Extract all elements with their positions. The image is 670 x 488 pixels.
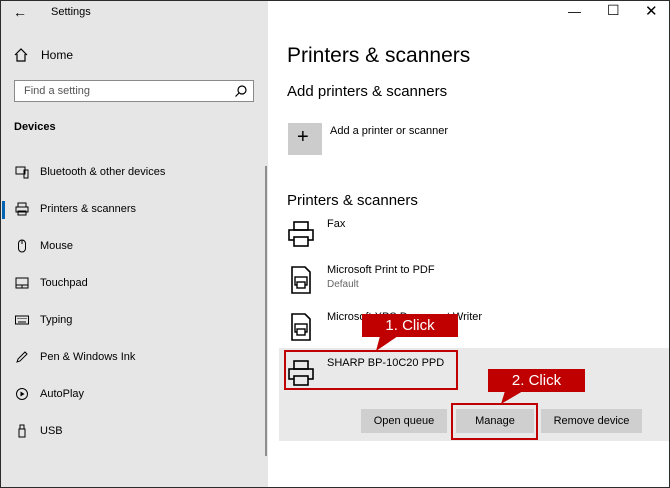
mouse-icon: [18, 239, 26, 253]
section-title-devices: Devices: [14, 121, 56, 133]
home-icon: [14, 48, 28, 62]
sidebar-item-autoplay[interactable]: AutoPlay: [1, 383, 261, 407]
sidebar-item-printers[interactable]: Printers & scanners: [1, 198, 261, 222]
sidebar-item-label: Bluetooth & other devices: [40, 166, 166, 178]
fax-printer-icon: [288, 221, 314, 247]
printer-item-pdf[interactable]: Microsoft Print to PDF Default: [284, 261, 664, 301]
sidebar-item-label: AutoPlay: [40, 388, 85, 400]
sidebar-item-label: Touchpad: [40, 277, 88, 289]
step2-callout-pointer: [501, 391, 523, 404]
sidebar-item-pen[interactable]: Pen & Windows Ink: [1, 346, 261, 370]
step1-highlight-box: [284, 350, 458, 390]
sidebar-item-typing[interactable]: Typing: [1, 309, 261, 333]
sidebar-item-mouse[interactable]: Mouse: [1, 235, 261, 259]
nav-home-label: Home: [41, 48, 74, 62]
sidebar-scrollbar[interactable]: [265, 166, 267, 456]
sidebar-item-label: Typing: [40, 314, 73, 326]
step1-callout-pointer: [376, 336, 398, 351]
add-printer-label[interactable]: Add a printer or scanner: [330, 125, 448, 137]
maximize-icon[interactable]: ☐: [607, 2, 620, 19]
printer-item-xps[interactable]: Microsoft XPS Document Writer: [284, 308, 664, 348]
pen-icon: [16, 351, 28, 363]
pdf-printer-icon: [291, 266, 311, 294]
add-section-title: Add printers & scanners: [287, 83, 448, 100]
search-icon[interactable]: [234, 84, 248, 98]
plus-icon: +: [297, 126, 309, 148]
xps-printer-icon: [291, 313, 311, 341]
usb-icon: [18, 424, 26, 438]
sidebar-item-bluetooth[interactable]: Bluetooth & other devices: [1, 161, 261, 185]
back-arrow-icon[interactable]: ←: [13, 4, 27, 20]
sidebar-item-label: Printers & scanners: [40, 203, 136, 215]
add-printer-button[interactable]: +: [288, 123, 322, 155]
close-icon[interactable]: ✕: [645, 2, 658, 20]
bluetooth-devices-icon: [15, 166, 29, 179]
printer-name: Fax: [327, 218, 346, 230]
open-queue-button[interactable]: Open queue: [361, 409, 447, 433]
sidebar: ← Settings Home Find a setting Devices B…: [1, 1, 268, 487]
printer-status: Default: [327, 279, 359, 290]
printer-icon: [15, 202, 29, 216]
keyboard-icon: [15, 315, 29, 325]
sidebar-item-usb[interactable]: USB: [1, 420, 261, 444]
minimize-icon[interactable]: —: [568, 4, 581, 19]
active-indicator: [2, 201, 5, 219]
sidebar-item-label: Pen & Windows Ink: [40, 351, 136, 363]
autoplay-icon: [16, 388, 28, 400]
search-placeholder: Find a setting: [24, 85, 91, 97]
sidebar-item-touchpad[interactable]: Touchpad: [1, 272, 261, 296]
step1-callout-label: 1. Click: [362, 314, 458, 337]
search-input[interactable]: Find a setting: [14, 80, 254, 102]
printers-section-title: Printers & scanners: [287, 192, 418, 209]
step2-highlight-box: [451, 403, 538, 440]
touchpad-icon: [15, 277, 29, 289]
step2-callout-label: 2. Click: [488, 369, 585, 392]
remove-device-button[interactable]: Remove device: [541, 409, 642, 433]
sidebar-item-label: Mouse: [40, 240, 74, 252]
printer-item-fax[interactable]: Fax: [284, 215, 664, 255]
page-title: Printers & scanners: [287, 44, 471, 67]
title-bar-left: ← Settings: [1, 1, 268, 25]
nav-home[interactable]: Home: [13, 47, 253, 67]
sidebar-item-label: USB: [40, 425, 63, 437]
app-title: Settings: [51, 6, 91, 18]
printer-name: Microsoft Print to PDF: [327, 264, 435, 276]
